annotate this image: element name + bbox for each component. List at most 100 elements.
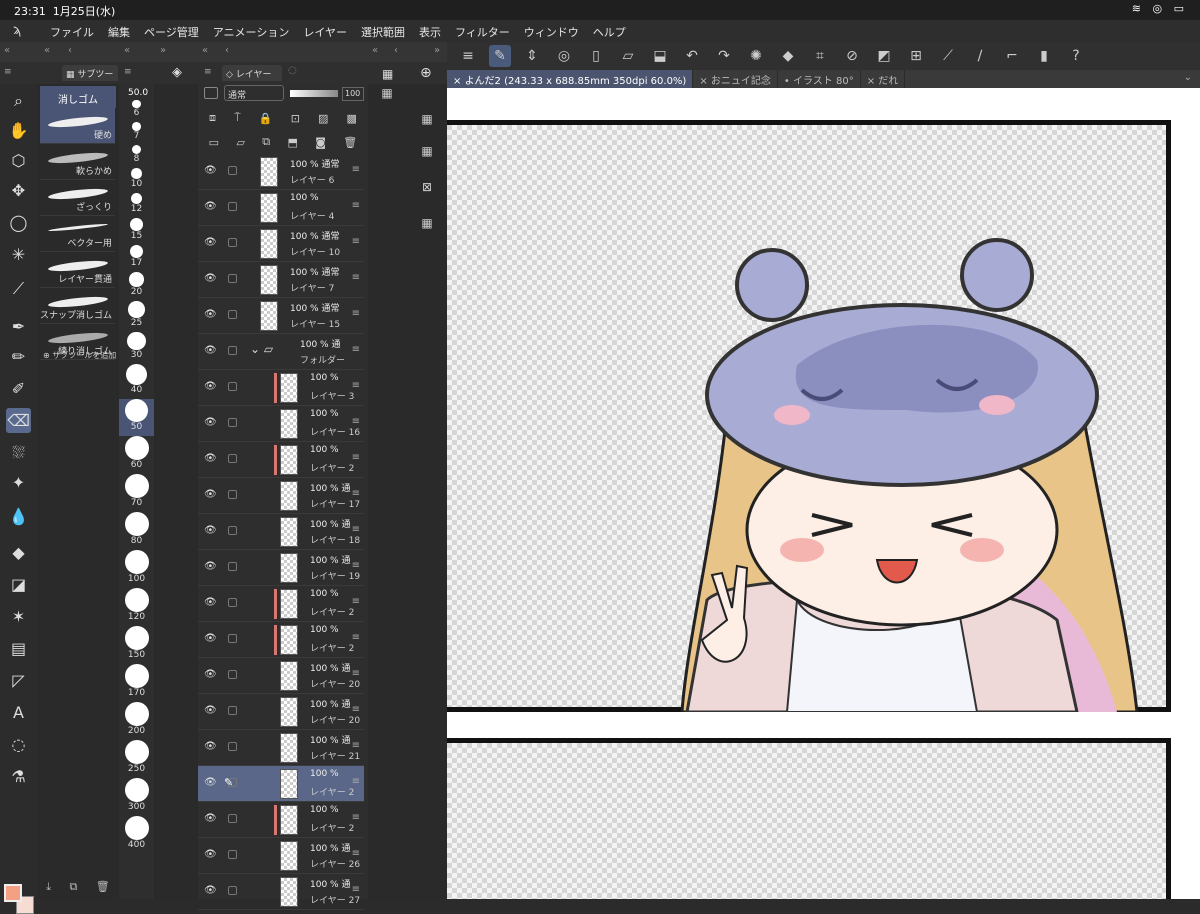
menu-icon[interactable]: ≡ [352, 884, 360, 895]
brush-size-value[interactable]: 50.0 [128, 88, 148, 98]
layer-checkbox[interactable] [228, 166, 237, 175]
menu-animation[interactable]: アニメーション [213, 24, 290, 40]
import-icon[interactable]: ⤓ [46, 880, 51, 894]
collapse-icon[interactable]: ‹ [394, 45, 398, 56]
brush-size-option[interactable]: 6 [119, 100, 154, 122]
doc-tab-active[interactable]: × よんだ2 (243.33 x 688.85mm 350dpi 60.0%) [447, 70, 694, 88]
eraser-settings-icon[interactable]: ◈ [172, 65, 182, 80]
layer-color-icon[interactable] [204, 87, 218, 99]
layer-row[interactable]: 👁 100 % 通レイヤー 20 ≡ [198, 658, 364, 694]
brush-size-option[interactable]: 60 [119, 435, 154, 474]
copy-layer-icon[interactable]: ⧉ [262, 135, 270, 149]
navigator-icon[interactable]: ▦ [376, 82, 398, 104]
app-logo-icon[interactable]: ϡ [13, 23, 21, 38]
layer-checkbox[interactable] [228, 742, 237, 751]
correct-line-icon[interactable]: ⚗ [6, 764, 31, 789]
undo-icon[interactable]: ↶ [681, 45, 703, 67]
frame-icon[interactable]: ▤ [6, 636, 31, 661]
gradient-icon[interactable]: ◪ [6, 572, 31, 597]
device-icon[interactable]: ▮ [1033, 45, 1055, 67]
chevron-down-icon[interactable]: ⌄ [1176, 70, 1200, 88]
eye-icon[interactable]: 👁 [204, 381, 217, 392]
transform-icon[interactable]: ⌗ [809, 45, 831, 67]
layer-row[interactable]: 👁 100 % レイヤー 2 ≡ [198, 622, 364, 658]
eye-icon[interactable]: 👁 [204, 453, 217, 464]
collapse-icon[interactable]: « [4, 45, 10, 56]
eye-icon[interactable]: 👁 [204, 777, 217, 788]
brush-size-option[interactable]: 120 [119, 587, 154, 626]
layer-row[interactable]: 👁 100 % 通レイヤー 21 ≡ [198, 730, 364, 766]
layer-folder-row[interactable]: 👁 ⌄ ▱ 100 % 通フォルダー ≡ [198, 334, 364, 370]
menu-icon[interactable]: ≡ [352, 812, 360, 823]
layer-checkbox[interactable] [228, 706, 237, 715]
eraser-icon[interactable]: ⌫ [6, 408, 31, 433]
menu-window[interactable]: ウィンドウ [524, 24, 579, 40]
loading-icon[interactable]: ✺ [745, 45, 767, 67]
eye-icon[interactable]: 👁 [204, 741, 217, 752]
brush-size-option[interactable]: 50 [119, 398, 154, 436]
layer-row[interactable]: 👁 100 % レイヤー 3 ≡ [198, 370, 364, 406]
eye-icon[interactable]: 👁 [204, 525, 217, 536]
eye-icon[interactable]: 👁 [204, 849, 217, 860]
brush-size-option[interactable]: 12 [119, 192, 154, 218]
brush-size-option[interactable]: 15 [119, 218, 154, 245]
merge-icon[interactable]: ⬒ [287, 136, 297, 149]
fill-icon[interactable]: ◆ [777, 45, 799, 67]
menu-icon[interactable]: ≡ [352, 596, 360, 607]
doc-tab[interactable]: × おニュイ記念 [693, 70, 778, 88]
clip-icon[interactable]: ⧈ [209, 111, 216, 125]
spiral-icon[interactable]: ◎ [553, 45, 575, 67]
layer-row[interactable]: 👁 100 % 通常 レイヤー 10 ≡ [198, 226, 364, 262]
brush-size-option[interactable]: 400 [119, 815, 154, 854]
zoom-icon[interactable]: ⌕ [6, 88, 31, 113]
collapse-icon[interactable]: ‹ [68, 45, 72, 56]
collapse-icon[interactable]: « [202, 45, 208, 56]
menu-icon[interactable]: ≡ [352, 776, 360, 787]
eye-icon[interactable]: 👁 [204, 561, 217, 572]
subtool-group-header[interactable]: 消しゴム [40, 86, 116, 108]
ruler-icon[interactable]: ▩ [347, 112, 357, 125]
menu-icon[interactable]: ≡ [352, 668, 360, 679]
layer-checkbox[interactable] [228, 814, 237, 823]
menu-icon[interactable]: ≡ [352, 416, 360, 427]
brush-size-option[interactable]: 250 [119, 739, 154, 778]
layer-checkbox[interactable] [228, 598, 237, 607]
text-icon[interactable]: A [6, 700, 31, 725]
subtool-item[interactable]: 硬め [40, 108, 115, 144]
brush-size-option[interactable]: 170 [119, 663, 154, 702]
menu-icon[interactable]: ≡ [4, 67, 12, 77]
comic-panel-frame[interactable] [447, 738, 1171, 899]
layer-checkbox[interactable] [228, 634, 237, 643]
brush-size-option[interactable]: 7 [119, 122, 154, 145]
brush-size-option[interactable]: 8 [119, 144, 154, 168]
menu-file[interactable]: ファイル [50, 24, 94, 40]
brush-size-option[interactable]: 17 [119, 244, 154, 273]
menu-edit[interactable]: 編集 [108, 24, 130, 40]
eye-icon[interactable]: 👁 [204, 273, 217, 284]
lock-transparency-icon[interactable]: ⊡ [291, 112, 300, 125]
layer-checkbox[interactable] [228, 454, 237, 463]
mask-add-icon[interactable]: ◙ [315, 136, 326, 149]
brush-size-option[interactable]: 100 [119, 549, 154, 588]
menu-icon[interactable]: ≡ [352, 272, 360, 283]
layer-row[interactable]: 👁 100 % レイヤー 16 ≡ [198, 406, 364, 442]
layer-checkbox[interactable] [228, 670, 237, 679]
layer-checkbox[interactable] [228, 886, 237, 895]
pen-icon[interactable]: ✒ [6, 314, 31, 339]
grid-icon[interactable]: ⊞ [905, 45, 927, 67]
subtool-item[interactable]: スナップ消しゴム [40, 288, 115, 324]
eye-icon[interactable]: 👁 [204, 597, 217, 608]
menu-icon[interactable]: ≡ [352, 164, 360, 175]
layer-row[interactable]: 👁 100 % 通レイヤー 27 ≡ [198, 874, 364, 910]
redo-icon[interactable]: ↷ [713, 45, 735, 67]
layer-checkbox[interactable] [228, 202, 237, 211]
story-icon[interactable]: ▦ [416, 212, 438, 234]
subtool-item[interactable]: ベクター用 [40, 216, 115, 252]
menu-icon[interactable]: ≡ [457, 45, 479, 67]
opacity-value[interactable]: 100 [342, 87, 364, 101]
menu-icon[interactable]: ≡ [352, 560, 360, 571]
layer-checkbox[interactable] [228, 310, 237, 319]
brush-icon[interactable]: ∕ [969, 45, 991, 67]
menu-icon[interactable]: ≡ [204, 67, 212, 77]
main-color-swatch[interactable] [4, 884, 22, 902]
